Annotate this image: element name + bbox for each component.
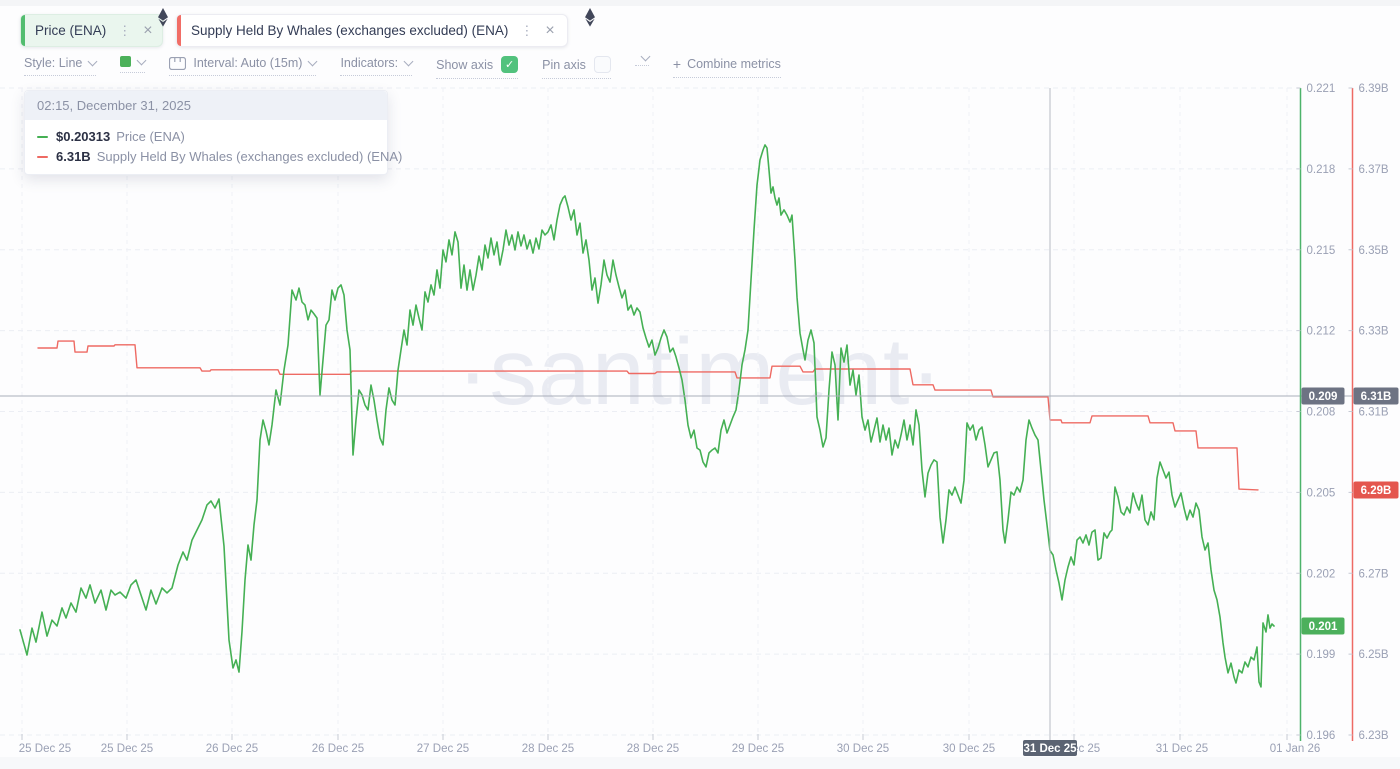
supply-axis-label: 6.33B bbox=[1359, 326, 1389, 338]
x-axis-label: 25 Dec 25 bbox=[101, 743, 153, 755]
price-axis-label: 0.218 bbox=[1307, 164, 1336, 176]
x-axis-label: 28 Dec 25 bbox=[522, 743, 574, 755]
tooltip-row-price: $0.20313 Price (ENA) bbox=[37, 129, 375, 144]
eth-diamond-icon bbox=[584, 8, 596, 32]
supply-line[interactable] bbox=[38, 341, 1258, 490]
x-axis-label: 01 Jan 26 bbox=[1270, 743, 1321, 755]
x-axis-label: 29 Dec 25 bbox=[732, 743, 784, 755]
supply-series-dash-icon bbox=[37, 156, 48, 158]
x-axis-label: 25 Dec 25 bbox=[19, 743, 71, 755]
tooltip-price-label: Price (ENA) bbox=[116, 129, 185, 144]
supply-axis-label: 6.37B bbox=[1359, 164, 1389, 176]
price-axis-label: 0.215 bbox=[1307, 245, 1336, 257]
chart-tooltip: 02:15, December 31, 2025 $0.20313 Price … bbox=[24, 90, 388, 175]
price-axis-label: 0.208 bbox=[1307, 407, 1336, 419]
crosshair-price-badge-text: 0.209 bbox=[1309, 391, 1338, 403]
x-axis-label: 30 Dec 25 bbox=[837, 743, 889, 755]
supply-axis-label: 6.31B bbox=[1359, 407, 1389, 419]
crosshair-supply-badge-text: 6.31B bbox=[1361, 391, 1392, 403]
price-axis-label: 0.199 bbox=[1307, 649, 1336, 661]
price-axis-label: 0.205 bbox=[1307, 487, 1336, 499]
x-axis-label: 31 Dec 25 bbox=[1156, 743, 1208, 755]
tooltip-supply-label: Supply Held By Whales (exchanges exclude… bbox=[97, 149, 403, 164]
x-axis-label: 27 Dec 25 bbox=[417, 743, 469, 755]
supply-axis-label: 6.39B bbox=[1359, 83, 1389, 95]
tooltip-supply-value: 6.31B bbox=[56, 149, 91, 164]
tooltip-price-value: $0.20313 bbox=[56, 129, 110, 144]
x-axis-label: 30 Dec 25 bbox=[943, 743, 995, 755]
price-axis-label: 0.196 bbox=[1307, 730, 1336, 742]
supply-last-value-badge-text: 6.29B bbox=[1361, 485, 1392, 497]
price-axis-label: 0.221 bbox=[1307, 83, 1336, 95]
crosshair-date-badge-text: 31 Dec 25 bbox=[1023, 743, 1077, 755]
price-axis-label: 0.202 bbox=[1307, 568, 1336, 580]
price-last-value-badge-text: 0.201 bbox=[1309, 621, 1338, 633]
supply-axis-label: 6.27B bbox=[1359, 568, 1389, 580]
x-axis-label: 28 Dec 25 bbox=[627, 743, 679, 755]
supply-axis-label: 6.25B bbox=[1359, 649, 1389, 661]
eth-diamond-icon bbox=[157, 8, 169, 32]
price-series-dash-icon bbox=[37, 136, 48, 138]
price-axis-label: 0.212 bbox=[1307, 326, 1336, 338]
tooltip-row-supply: 6.31B Supply Held By Whales (exchanges e… bbox=[37, 149, 375, 164]
price-line[interactable] bbox=[20, 145, 1274, 687]
x-axis-label: 26 Dec 25 bbox=[312, 743, 364, 755]
tooltip-timestamp: 02:15, December 31, 2025 bbox=[25, 91, 387, 120]
x-axis-label: 26 Dec 25 bbox=[206, 743, 258, 755]
supply-axis-label: 6.35B bbox=[1359, 245, 1389, 257]
supply-axis-label: 6.23B bbox=[1359, 730, 1389, 742]
